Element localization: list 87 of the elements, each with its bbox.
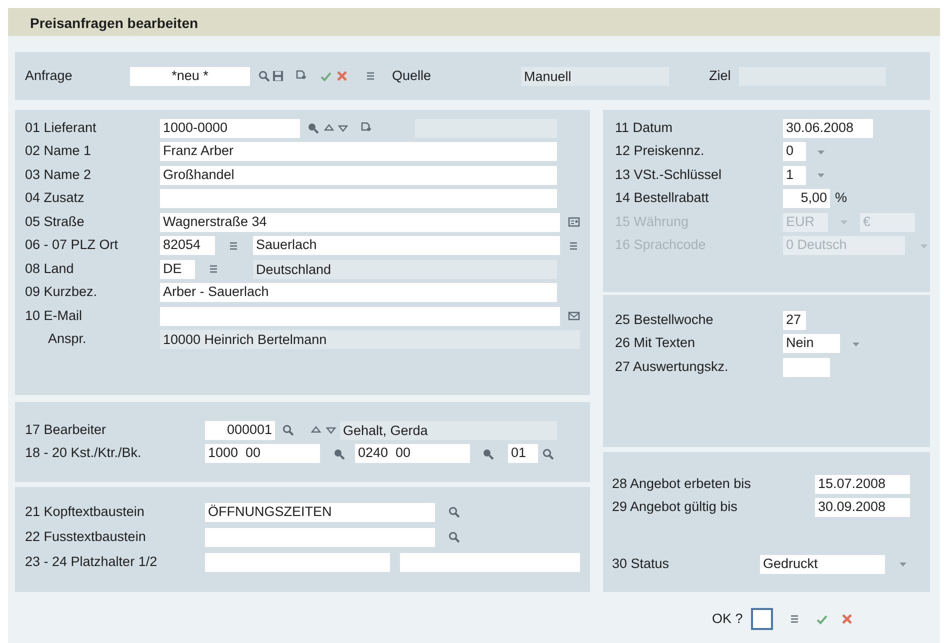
field-label: Anfrage — [25, 66, 74, 85]
input-field[interactable]: DE — [160, 260, 195, 278]
field-label: 03 Name 2 — [25, 166, 92, 184]
input-field[interactable]: Franz Arber — [160, 142, 557, 161]
input-field[interactable]: 1000 00 — [205, 444, 320, 463]
display-field: 10000 Heinrich Bertelmann — [160, 330, 580, 349]
input-field[interactable]: 000001 — [205, 420, 275, 440]
save-icon[interactable] — [272, 70, 284, 82]
window-title: Preisanfragen bearbeiten — [8, 8, 940, 36]
ok-checkbox[interactable] — [750, 608, 773, 630]
list-icon[interactable] — [788, 613, 801, 625]
field-label: 18 - 20 Kst./Ktr./Bk. — [25, 444, 142, 462]
input-field[interactable] — [783, 358, 830, 376]
field-label: 27 Auswertungskz. — [615, 358, 730, 376]
field-label: OK ? — [712, 610, 743, 628]
field-label: 10 E-Mail — [25, 306, 84, 325]
search-icon[interactable] — [258, 70, 270, 82]
list-icon[interactable] — [365, 70, 377, 82]
search-icon[interactable] — [482, 448, 494, 460]
field-label: % — [835, 189, 848, 208]
input-field[interactable]: 0 — [783, 142, 806, 161]
field-label: 11 Datum — [615, 118, 674, 137]
input-field[interactable]: 15.07.2008 — [815, 474, 910, 494]
input-field[interactable] — [160, 306, 560, 326]
field-label: 28 Angebot erbeten bis — [612, 474, 752, 493]
field-label: 21 Kopftextbaustein — [25, 502, 146, 521]
input-field[interactable]: Gedruckt — [760, 554, 885, 574]
input-field[interactable]: *neu * — [130, 66, 250, 86]
input-field[interactable]: ÖFFNUNGSZEITEN — [205, 502, 435, 522]
input-field[interactable] — [205, 528, 435, 546]
field-label: 14 Bestellrabatt — [615, 189, 710, 208]
input-field[interactable]: Arber - Sauerlach — [160, 283, 557, 302]
search-icon[interactable] — [282, 424, 294, 436]
display-field: Deutschland — [253, 260, 557, 278]
input-field[interactable] — [400, 552, 580, 572]
input-field[interactable]: Sauerlach — [253, 236, 560, 255]
field-label: 12 Preiskennz. — [615, 142, 706, 160]
input-field[interactable] — [205, 552, 390, 572]
input-field[interactable] — [160, 189, 557, 208]
list-icon[interactable] — [568, 240, 580, 252]
close-icon[interactable] — [840, 613, 853, 625]
input-field[interactable]: Nein — [783, 334, 840, 353]
checkmark-icon[interactable] — [320, 70, 332, 82]
field-label: 22 Fusstextbaustein — [25, 528, 147, 546]
field-label: 23 - 24 Platzhalter 1/2 — [25, 552, 158, 571]
search-icon[interactable] — [307, 122, 319, 134]
display-field: Manuell — [521, 66, 670, 86]
list-icon[interactable] — [228, 240, 240, 252]
field-label: 04 Zusatz — [25, 189, 86, 208]
input-field[interactable]: 27 — [783, 310, 806, 330]
list-icon[interactable] — [208, 263, 220, 275]
field-label: Anspr. — [48, 330, 88, 348]
field-label: 13 VSt.-Schlüssel — [615, 166, 723, 184]
input-field[interactable]: 30.06.2008 — [783, 118, 873, 138]
field-label: 26 Mit Texten — [615, 334, 696, 352]
search-icon[interactable] — [542, 448, 554, 460]
document-icon[interactable] — [295, 70, 307, 82]
field-label: 17 Bearbeiter — [25, 420, 108, 439]
input-field[interactable]: 01 — [508, 444, 538, 463]
card-icon[interactable] — [568, 216, 580, 228]
field-label: 29 Angebot gültig bis — [612, 498, 738, 516]
input-field[interactable]: Wagnerstraße 34 — [160, 212, 560, 232]
input-field[interactable]: 82054 — [160, 236, 215, 255]
field-label: 08 Land — [25, 260, 75, 278]
document-icon[interactable] — [360, 122, 372, 134]
field-label: 01 Lieferant — [25, 118, 98, 137]
input-field[interactable]: 5,00 — [783, 189, 830, 208]
display-field: Gehalt, Gerda — [340, 420, 557, 440]
envelope-icon[interactable] — [568, 310, 580, 322]
search-icon[interactable] — [448, 506, 460, 518]
field-label: 02 Name 1 — [25, 142, 92, 160]
field-label: Quelle — [392, 66, 432, 85]
input-field[interactable]: Großhandel — [160, 166, 557, 184]
field-label: 25 Bestellwoche — [615, 310, 714, 329]
field-label: 09 Kurzbez. — [25, 283, 98, 302]
close-icon[interactable] — [336, 70, 348, 82]
search-icon[interactable] — [448, 531, 460, 543]
field-label: 05 Straße — [25, 212, 86, 231]
input-field[interactable]: 1000-0000 — [160, 118, 300, 138]
field-label: 30 Status — [612, 554, 670, 573]
field-label: Ziel — [709, 66, 731, 85]
search-icon[interactable] — [333, 448, 345, 460]
input-field[interactable]: 1 — [783, 166, 806, 184]
field-label: 06 - 07 PLZ Ort — [25, 236, 120, 254]
input-field[interactable]: 30.09.2008 — [815, 498, 910, 517]
input-field[interactable]: 0240 00 — [355, 444, 470, 463]
checkmark-icon[interactable] — [816, 613, 828, 625]
